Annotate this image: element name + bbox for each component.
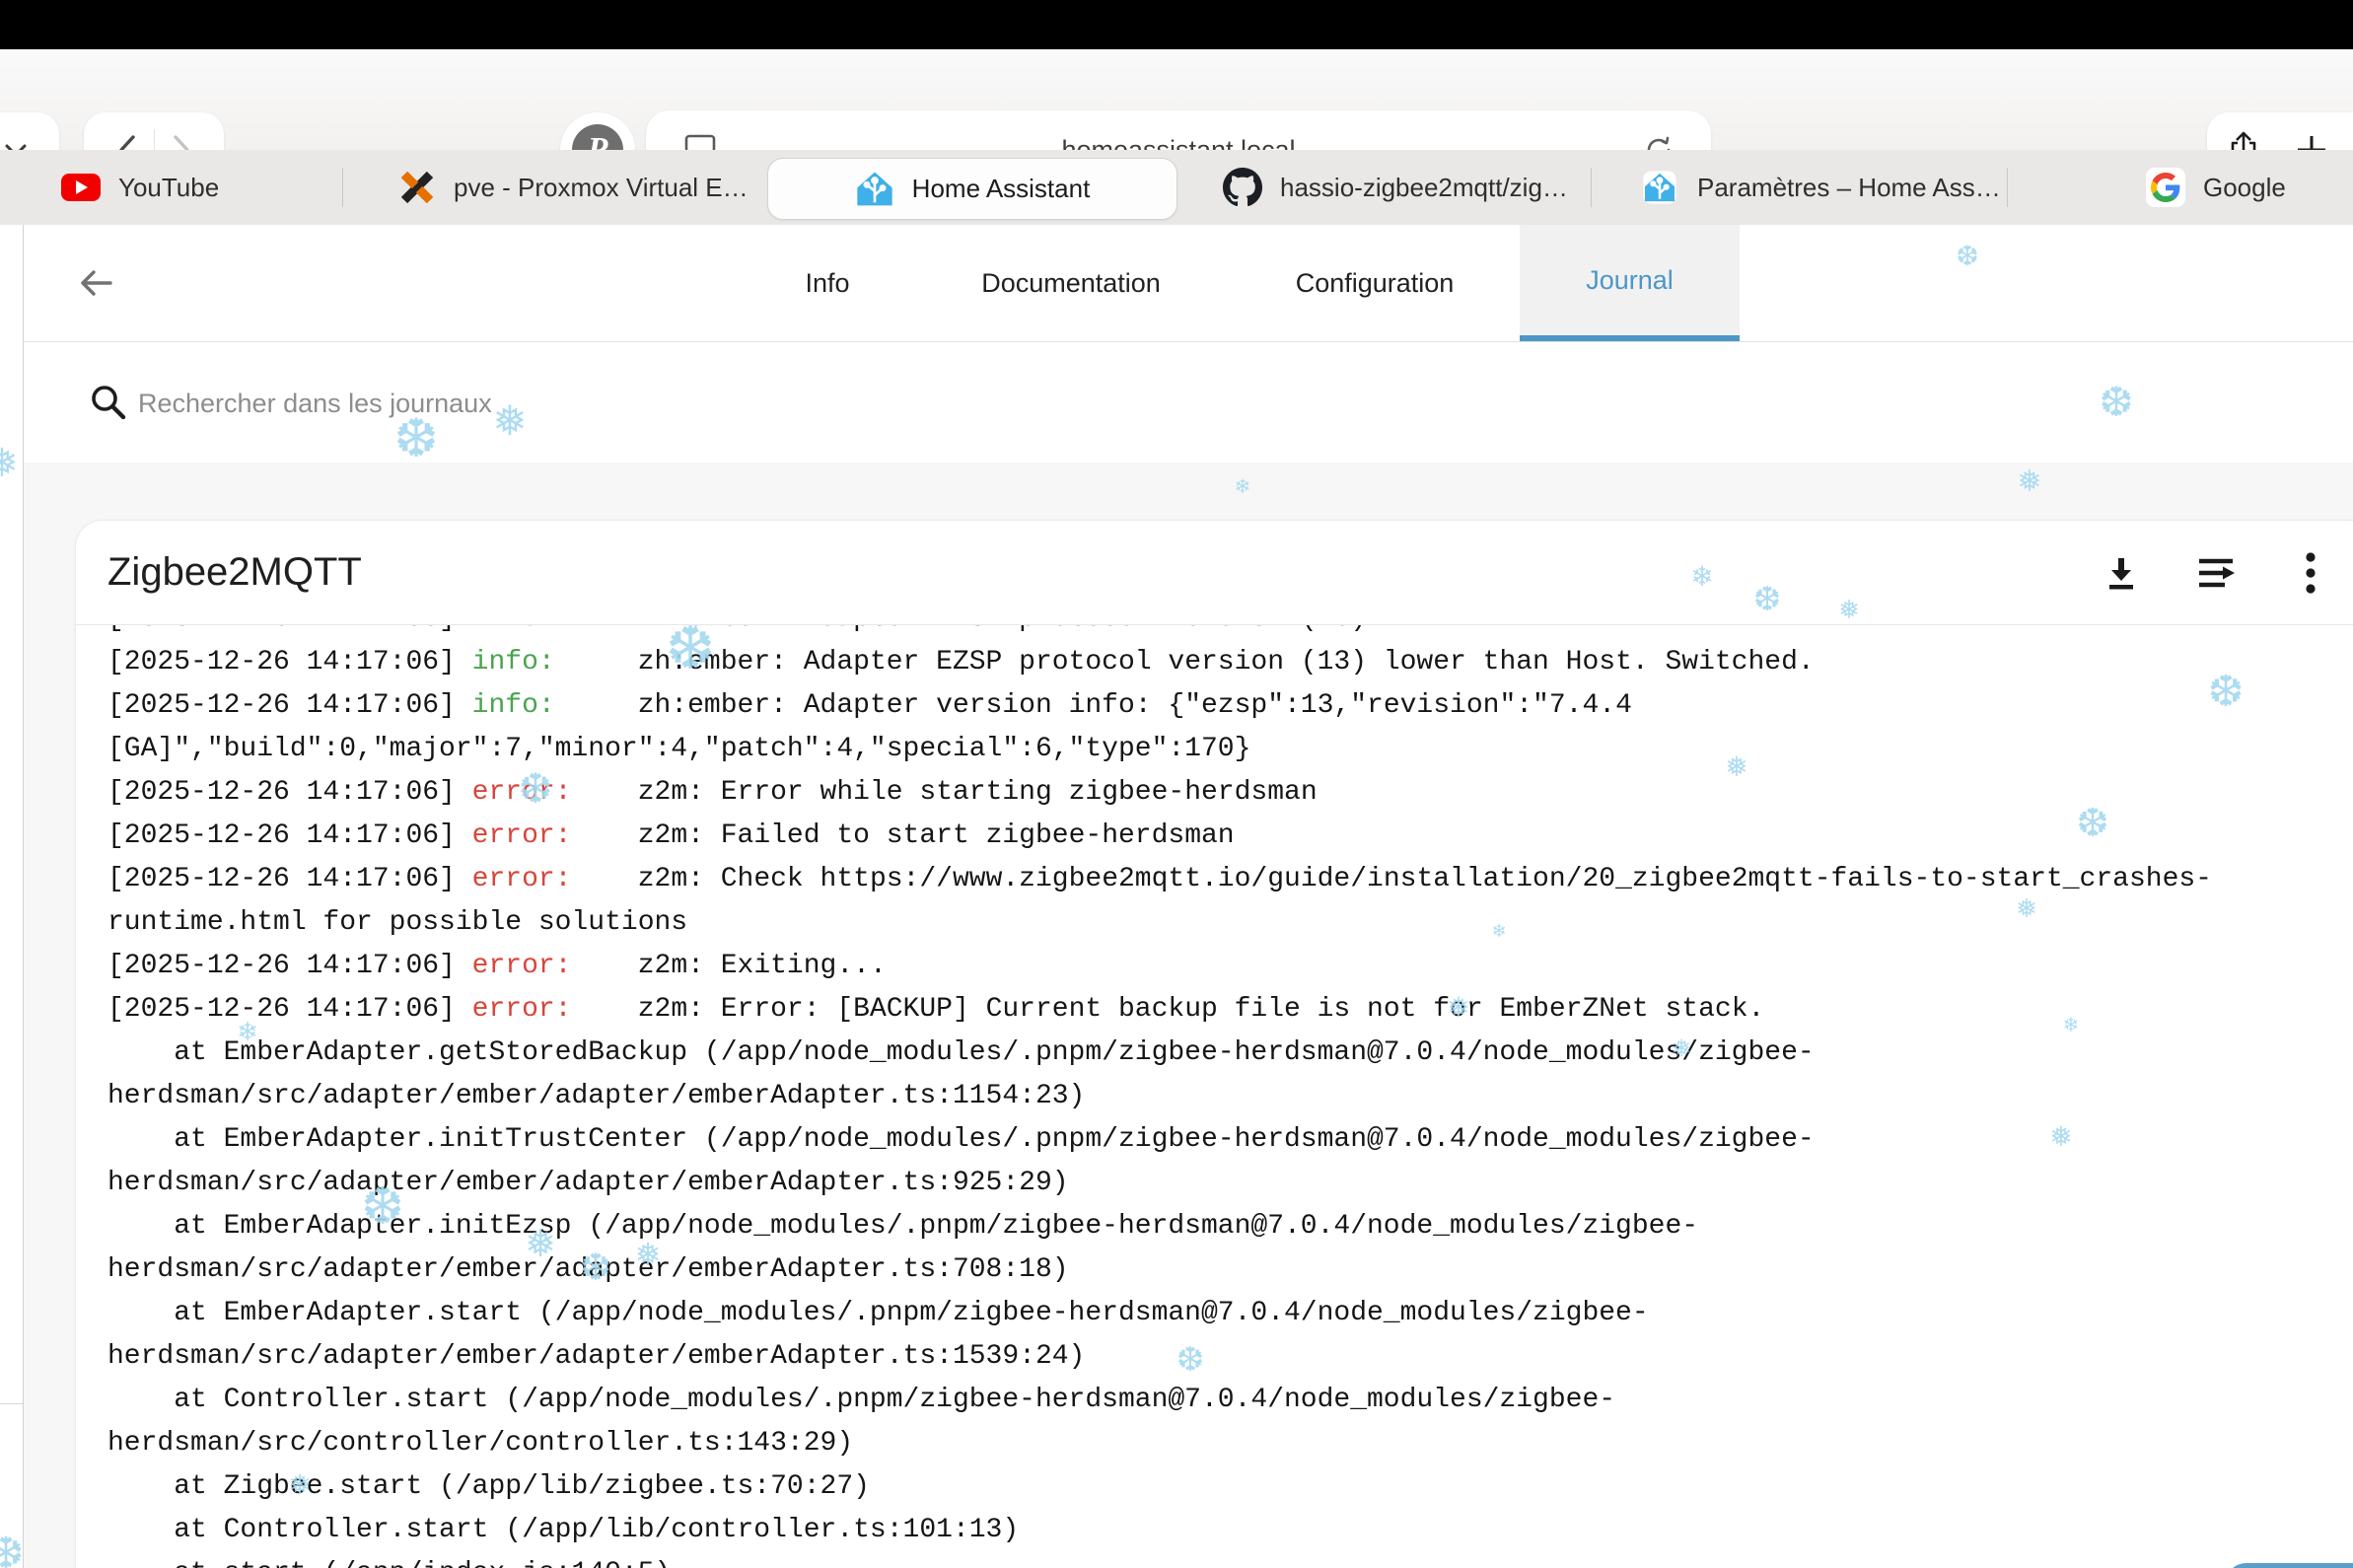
log-line: [GA]","build":0,"major":7,"minor":4,"pat… xyxy=(107,728,2348,771)
log-line: [2025-12-26 14:17:06] info: zh:ember: Ad… xyxy=(107,641,2348,684)
log-output[interactable]: [2025-12-26 14:17:06] info: zh:ember: Ad… xyxy=(76,625,2353,1568)
home-assistant-icon xyxy=(1640,168,1679,207)
addon-nav: Info Documentation Configuration Journal xyxy=(24,225,2353,342)
tab-label: hassio-zigbee2mqtt/zig… xyxy=(1280,173,1568,203)
log-line: [2025-12-26 14:17:06] info: zh:ember: Ad… xyxy=(107,625,2348,641)
browser-tabstrip: YouTube pve - Proxmox Virtual E… Home As… xyxy=(0,150,2353,226)
log-line: at EmberAdapter.initEzsp (/app/node_modu… xyxy=(107,1205,2348,1248)
log-card: Zigbee2MQTT [2025-12-26 14:17:06] info: … xyxy=(75,520,2353,1568)
tab-divider xyxy=(1591,168,1592,207)
github-icon xyxy=(1223,168,1262,207)
log-line: at Controller.start (/app/lib/controller… xyxy=(107,1509,2348,1552)
tab-label: YouTube xyxy=(118,173,219,203)
divider xyxy=(0,1403,23,1404)
browser-tab-google[interactable]: Google xyxy=(2146,150,2286,225)
tab-configuration[interactable]: Configuration xyxy=(1296,225,1455,341)
log-line: [2025-12-26 14:17:06] error: z2m: Error:… xyxy=(107,988,2348,1032)
page-left-gutter xyxy=(0,225,24,1568)
log-line: at EmberAdapter.getStoredBackup (/app/no… xyxy=(107,1032,2348,1075)
log-line: [2025-12-26 14:17:06] info: zh:ember: Ad… xyxy=(107,684,2348,728)
tab-divider xyxy=(2007,168,2008,207)
tab-label: Home Assistant xyxy=(912,174,1091,204)
tab-label: Google xyxy=(2203,173,2286,203)
tab-documentation[interactable]: Documentation xyxy=(981,225,1161,341)
log-line: [2025-12-26 14:17:06] error: z2m: Failed… xyxy=(107,815,2348,858)
search-input[interactable] xyxy=(136,342,1323,464)
tab-journal[interactable]: Journal xyxy=(1520,225,1740,341)
log-line: runtime.html for possible solutions xyxy=(107,901,2348,945)
macos-menubar xyxy=(0,0,2353,49)
log-line: at start (/app/index.js:140:5) xyxy=(107,1552,2348,1568)
log-line: [2025-12-26 14:17:06] error: z2m: Error … xyxy=(107,771,2348,815)
browser-tab-proxmox[interactable]: pve - Proxmox Virtual E… xyxy=(398,150,749,225)
refresh-button-peek[interactable] xyxy=(2225,1563,2353,1568)
browser-toolbar: P homeassistant.local xyxy=(0,49,2353,150)
log-line: herdsman/src/adapter/ember/adapter/ember… xyxy=(107,1075,2348,1118)
browser-tab-github[interactable]: hassio-zigbee2mqtt/zig… xyxy=(1223,150,1568,225)
back-arrow-button[interactable] xyxy=(75,225,116,341)
addon-content: Zigbee2MQTT [2025-12-26 14:17:06] info: … xyxy=(24,463,2353,1568)
tab-label: pve - Proxmox Virtual E… xyxy=(454,173,749,203)
browser-tab-youtube[interactable]: YouTube xyxy=(61,150,219,225)
log-line: at EmberAdapter.start (/app/node_modules… xyxy=(107,1292,2348,1335)
log-line: at Controller.start (/app/node_modules/.… xyxy=(107,1379,2348,1422)
log-card-header: Zigbee2MQTT xyxy=(76,521,2353,625)
log-line: [2025-12-26 14:17:06] error: z2m: Check … xyxy=(107,858,2348,901)
card-title: Zigbee2MQTT xyxy=(107,521,362,624)
download-icon xyxy=(2102,553,2141,593)
log-line: herdsman/src/adapter/ember/adapter/ember… xyxy=(107,1335,2348,1379)
log-line: at Zigbee.start (/app/lib/zigbee.ts:70:2… xyxy=(107,1465,2348,1509)
youtube-icon xyxy=(61,174,101,201)
tab-divider xyxy=(342,168,343,207)
kebab-menu-icon xyxy=(2305,551,2317,595)
wrap-lines-button[interactable] xyxy=(2181,521,2252,624)
wrap-lines-icon xyxy=(2195,555,2239,591)
safari-window: P homeassistant.local YouTube xyxy=(0,0,2353,1568)
browser-tab-parametres[interactable]: Paramètres – Home Ass… xyxy=(1640,150,2001,225)
log-search-row xyxy=(24,342,2353,463)
tab-label: Paramètres – Home Ass… xyxy=(1697,173,2001,203)
home-assistant-page: Info Documentation Configuration Journal… xyxy=(24,225,2353,1568)
search-icon xyxy=(85,379,132,426)
home-assistant-icon xyxy=(855,170,894,209)
download-logs-button[interactable] xyxy=(2086,521,2157,624)
google-icon xyxy=(2146,168,2185,207)
proxmox-icon xyxy=(398,169,436,206)
browser-tab-home-assistant[interactable]: Home Assistant xyxy=(767,158,1177,220)
tab-info[interactable]: Info xyxy=(805,225,849,341)
log-line: [2025-12-26 14:17:06] error: z2m: Exitin… xyxy=(107,945,2348,988)
more-options-button[interactable] xyxy=(2275,521,2346,624)
log-line: herdsman/src/controller/controller.ts:14… xyxy=(107,1422,2348,1465)
log-line: at EmberAdapter.initTrustCenter (/app/no… xyxy=(107,1118,2348,1162)
log-line: herdsman/src/adapter/ember/adapter/ember… xyxy=(107,1248,2348,1292)
log-line: herdsman/src/adapter/ember/adapter/ember… xyxy=(107,1162,2348,1205)
